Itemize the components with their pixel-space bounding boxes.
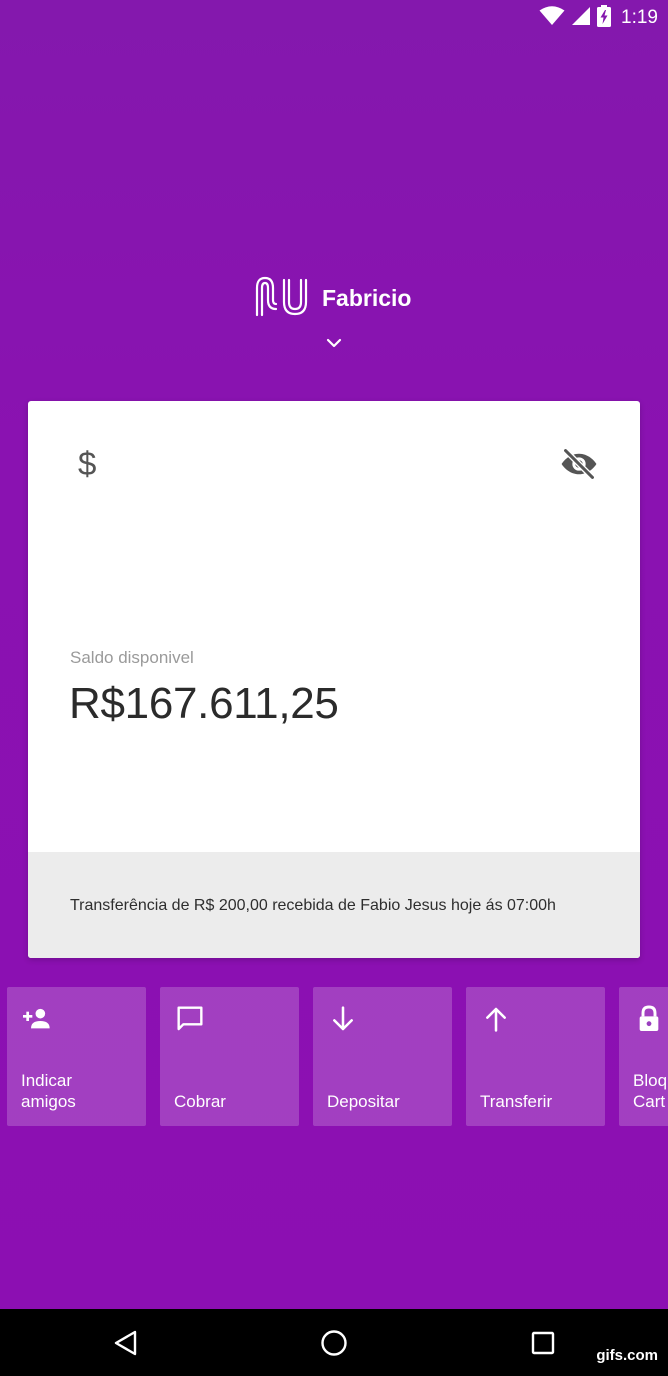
cell-signal-icon — [571, 6, 591, 31]
refer-friends-label: Indicar amigos — [21, 1071, 76, 1111]
charge-label: Cobrar — [174, 1092, 226, 1111]
watermark: gifs.com — [596, 1347, 658, 1364]
refer-friends-button[interactable]: Indicar amigos — [7, 987, 146, 1126]
message-icon — [174, 1003, 206, 1035]
charge-button[interactable]: Cobrar — [160, 987, 299, 1126]
balance-label: Saldo disponivel — [70, 648, 194, 667]
user-name: Fabricio — [322, 285, 412, 311]
quick-actions: Indicar amigos Cobrar Depositar Transfer… — [0, 987, 668, 1127]
battery-icon — [597, 4, 612, 32]
balance-value: R$167.611,25 — [69, 679, 339, 728]
deposit-button[interactable]: Depositar — [313, 987, 452, 1126]
header: Fabricio — [0, 268, 668, 358]
lock-icon — [633, 1003, 665, 1035]
nu-logo — [254, 274, 312, 323]
dollar-icon: $ — [78, 445, 97, 482]
status-bar: 1:19 — [0, 0, 668, 36]
recents-icon[interactable] — [527, 1327, 559, 1359]
arrow-down-icon — [327, 1003, 359, 1035]
deposit-label: Depositar — [327, 1092, 400, 1111]
arrow-up-icon — [480, 1003, 512, 1035]
transfer-label: Transferir — [480, 1092, 553, 1111]
block-card-label: Bloq Cart — [633, 1071, 668, 1111]
back-icon[interactable] — [110, 1327, 142, 1359]
status-icons: 1:19 — [539, 4, 658, 32]
wifi-icon — [539, 5, 565, 31]
navigation-bar: gifs.com — [0, 1309, 668, 1376]
account-switcher[interactable]: Fabricio — [254, 274, 411, 323]
transfer-button[interactable]: Transferir — [466, 987, 605, 1126]
add-person-icon — [21, 1003, 53, 1035]
card-footer[interactable]: Transferência de R$ 200,00 recebida de F… — [28, 852, 640, 958]
status-time: 1:19 — [621, 7, 658, 28]
home-icon[interactable] — [318, 1327, 350, 1359]
app-screen: 1:19 Fabricio $ Saldo disponivel R$167.6… — [0, 0, 668, 1309]
eye-off-icon[interactable] — [560, 445, 598, 483]
last-transaction-text: Transferência de R$ 200,00 recebida de F… — [70, 897, 556, 914]
balance-card[interactable]: $ Saldo disponivel R$167.611,25 Transfer… — [28, 401, 640, 958]
block-card-button[interactable]: Bloq Cart — [619, 987, 668, 1126]
chevron-down-icon[interactable] — [324, 336, 344, 350]
